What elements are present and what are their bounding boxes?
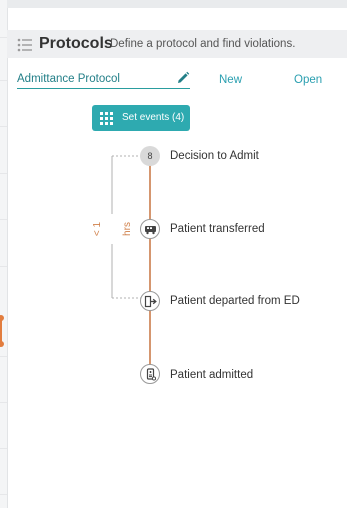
row-divider: [0, 448, 7, 449]
left-panel-strip: [0, 0, 8, 508]
event-label[interactable]: Patient departed from ED: [170, 295, 300, 307]
row-divider: [0, 402, 7, 403]
page-title: Protocols: [39, 35, 113, 52]
row-divider: [0, 356, 7, 357]
row-divider: [0, 37, 7, 38]
protocol-name-field[interactable]: Admittance Protocol: [17, 71, 190, 89]
row-divider: [0, 126, 7, 127]
time-constraint-label[interactable]: < 1 hrs: [83, 214, 133, 244]
event-count-badge[interactable]: 8: [140, 146, 160, 166]
row-divider: [0, 173, 7, 174]
row-divider: [0, 266, 7, 267]
page-subtitle: Define a protocol and find violations.: [110, 38, 296, 50]
new-protocol-link[interactable]: New: [219, 74, 242, 86]
row-divider: [0, 494, 7, 495]
transport-icon[interactable]: [140, 219, 160, 239]
pencil-icon[interactable]: [176, 71, 190, 85]
event-label[interactable]: Decision to Admit: [170, 150, 259, 162]
protocol-list-icon: [17, 38, 32, 52]
event-label[interactable]: Patient admitted: [170, 369, 253, 381]
protocol-name-text: Admittance Protocol: [17, 73, 120, 85]
open-protocol-link[interactable]: Open: [294, 74, 322, 86]
range-drag-handle[interactable]: [0, 315, 7, 347]
admission-icon[interactable]: [140, 364, 160, 384]
set-events-label: Set events (4): [122, 112, 185, 123]
event-label[interactable]: Patient transferred: [170, 223, 265, 235]
row-divider: [0, 219, 7, 220]
top-bar: [7, 0, 347, 8]
grid-icon: [100, 112, 113, 125]
row-divider: [0, 80, 7, 81]
exit-icon[interactable]: [140, 291, 160, 311]
set-events-button[interactable]: Set events (4): [92, 105, 190, 131]
